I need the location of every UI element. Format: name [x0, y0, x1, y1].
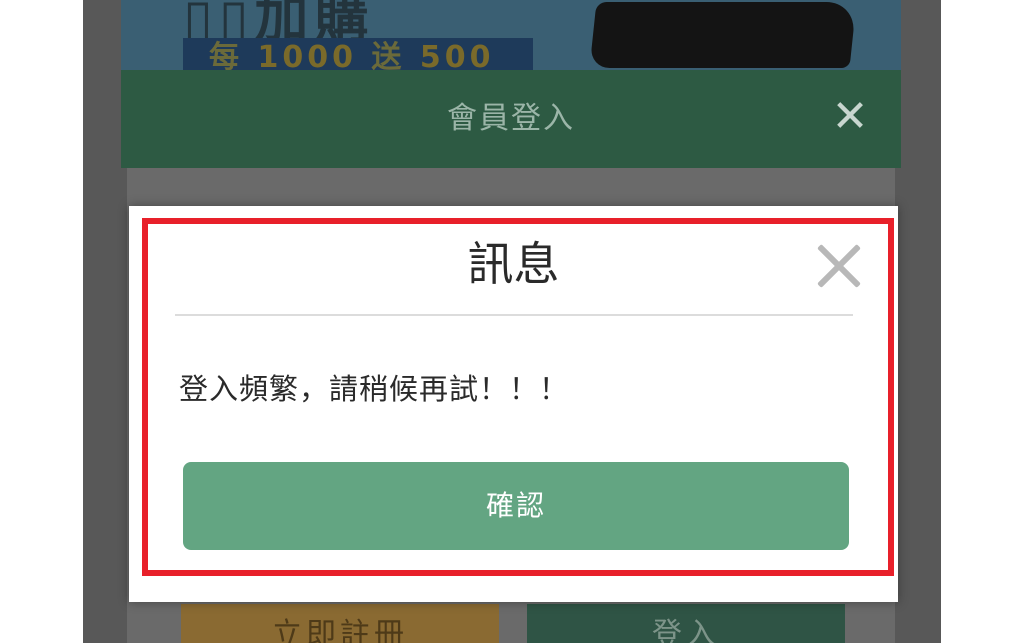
- right-margin: [941, 0, 1024, 643]
- promo-bonus: 500: [419, 40, 495, 72]
- login-modal-header: 會員登入 ✕: [121, 70, 901, 168]
- dialog-divider: [175, 314, 853, 316]
- dialog-title: 訊息: [467, 237, 560, 291]
- banner-device-image: [589, 2, 857, 68]
- confirm-button[interactable]: 確認: [183, 462, 849, 550]
- login-close-icon[interactable]: ✕: [827, 94, 873, 140]
- login-button[interactable]: 登入: [527, 604, 845, 643]
- dialog-message: 登入頻繁，請稍候再試！！！: [179, 372, 570, 406]
- promo-banner: ▯▯加購 每 1000 送 500: [121, 0, 901, 72]
- promo-mid: 送: [371, 40, 406, 72]
- left-margin: [0, 0, 83, 643]
- register-button[interactable]: 立即註冊: [181, 604, 499, 643]
- login-modal-title: 會員登入: [447, 101, 575, 136]
- promo-prefix: 每: [209, 40, 243, 72]
- banner-promo: 每 1000 送 500: [183, 38, 533, 72]
- promo-amount: 1000: [257, 40, 357, 72]
- message-dialog: 訊息 登入頻繁，請稍候再試！！！ 確認: [129, 206, 898, 602]
- dialog-close-icon[interactable]: [815, 242, 863, 290]
